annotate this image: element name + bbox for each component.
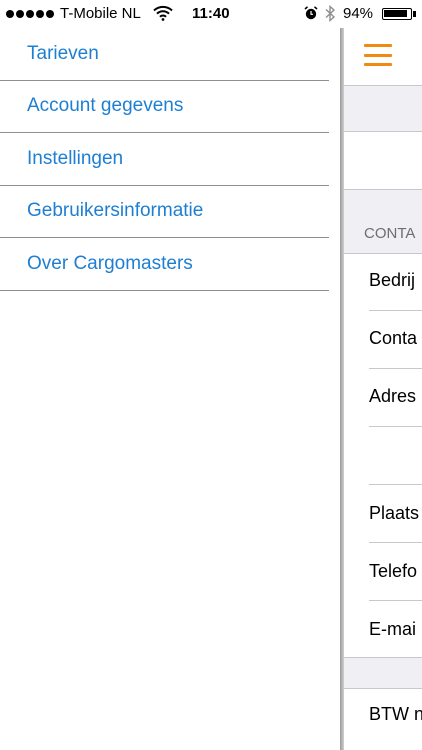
separator [343, 657, 422, 658]
battery-icon [382, 8, 412, 20]
blank-cell[interactable] [343, 131, 422, 189]
menu-item-instellingen[interactable]: Instellingen [0, 133, 329, 186]
wifi-icon [153, 5, 173, 21]
row-label-contact[interactable]: Conta [369, 328, 417, 349]
battery-tip [413, 11, 416, 17]
status-bar: T-Mobile NL 11:40 94% [0, 0, 422, 28]
row-label-company[interactable]: Bedrij [369, 270, 415, 291]
clock-time: 11:40 [192, 5, 230, 22]
hamburger-icon[interactable] [364, 44, 392, 66]
contact-form-view[interactable]: CONTA Bedrij Conta Adres Plaats Telefo E… [343, 0, 422, 750]
menu-item-over-cargomasters[interactable]: Over Cargomasters [0, 238, 329, 291]
separator [369, 310, 422, 311]
row-label-email[interactable]: E-mai [369, 619, 416, 640]
section-header-contact: CONTA [364, 225, 416, 242]
menu-item-label: Account gegevens [27, 95, 184, 117]
row-label-city[interactable]: Plaats [369, 503, 419, 524]
row-label-phone[interactable]: Telefo [369, 561, 417, 582]
carrier-name: T-Mobile NL [60, 5, 141, 22]
menu-item-gebruikersinformatie[interactable]: Gebruikersinformatie [0, 186, 329, 238]
contact-group [343, 253, 422, 657]
separator [343, 253, 422, 254]
separator [369, 368, 422, 369]
side-menu-list: Tarieven Account gegevens Instellingen G… [0, 28, 342, 291]
bluetooth-icon [325, 5, 336, 22]
alarm-icon [304, 6, 318, 20]
menu-shadow-divider [340, 28, 344, 750]
separator [369, 600, 422, 601]
separator [369, 542, 422, 543]
separator [369, 426, 422, 427]
menu-item-label: Tarieven [27, 42, 99, 64]
separator [343, 131, 422, 132]
menu-item-label: Over Cargomasters [27, 252, 193, 274]
separator [343, 189, 422, 190]
menu-item-label: Instellingen [27, 147, 124, 169]
menu-item-account-gegevens[interactable]: Account gegevens [0, 81, 329, 133]
navigation-bar [343, 28, 422, 86]
side-menu: Tarieven Account gegevens Instellingen G… [0, 28, 342, 750]
battery-level-fill [384, 10, 407, 17]
battery-percentage: 94% [343, 5, 374, 22]
signal-strength-icon [6, 10, 54, 18]
separator [369, 484, 422, 485]
separator [343, 688, 422, 689]
menu-item-label: Gebruikersinformatie [27, 200, 204, 222]
row-label-address[interactable]: Adres [369, 386, 416, 407]
row-label-vat[interactable]: BTW n [369, 704, 422, 725]
menu-item-tarieven[interactable]: Tarieven [0, 28, 329, 81]
